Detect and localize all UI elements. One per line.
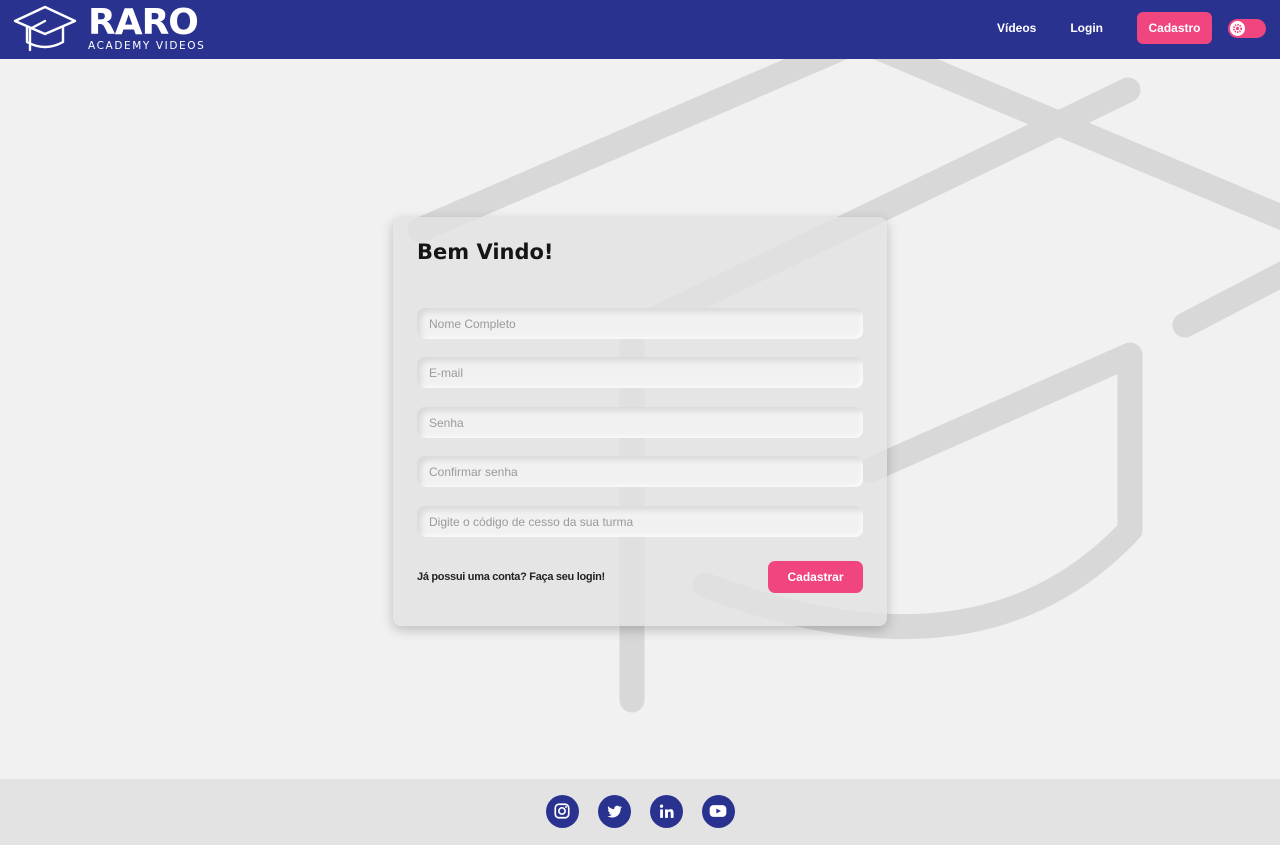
linkedin-icon [659, 804, 674, 818]
instagram-icon [554, 803, 570, 819]
brand-logo[interactable]: RARO ACADEMY VIDEOS [12, 3, 205, 55]
nav-login-link[interactable]: Login [1070, 21, 1103, 35]
brand-name: RARO [88, 2, 199, 44]
youtube-icon [709, 805, 727, 817]
nav-signup-button[interactable]: Cadastro [1137, 12, 1212, 44]
linkedin-link[interactable] [649, 794, 683, 828]
brand-subtitle: ACADEMY VIDEOS [88, 40, 206, 53]
top-navbar: RARO ACADEMY VIDEOS Vídeos Login Cadastr… [0, 0, 1280, 59]
instagram-link[interactable] [545, 794, 579, 828]
access-code-input[interactable] [417, 506, 863, 537]
name-input[interactable] [417, 308, 863, 339]
login-link[interactable]: Já possui uma conta? Faça seu login! [417, 571, 605, 583]
toggle-knob [1230, 20, 1245, 36]
footer [0, 779, 1280, 845]
twitter-link[interactable] [597, 794, 631, 828]
email-input[interactable] [417, 357, 863, 388]
nav-menu: Vídeos Login Cadastro [997, 12, 1266, 44]
theme-toggle[interactable] [1228, 18, 1266, 38]
signup-card: Bem Vindo! Já possui uma conta? Faça seu… [393, 217, 887, 626]
confirm-password-input[interactable] [417, 456, 863, 487]
nav-videos-link[interactable]: Vídeos [997, 21, 1036, 35]
graduation-cap-icon [13, 5, 77, 52]
youtube-link[interactable] [701, 794, 735, 828]
password-input[interactable] [417, 407, 863, 438]
submit-button[interactable]: Cadastrar [768, 561, 863, 593]
gear-icon [1232, 23, 1243, 33]
card-title: Bem Vindo! [417, 240, 554, 264]
twitter-icon [606, 805, 622, 818]
